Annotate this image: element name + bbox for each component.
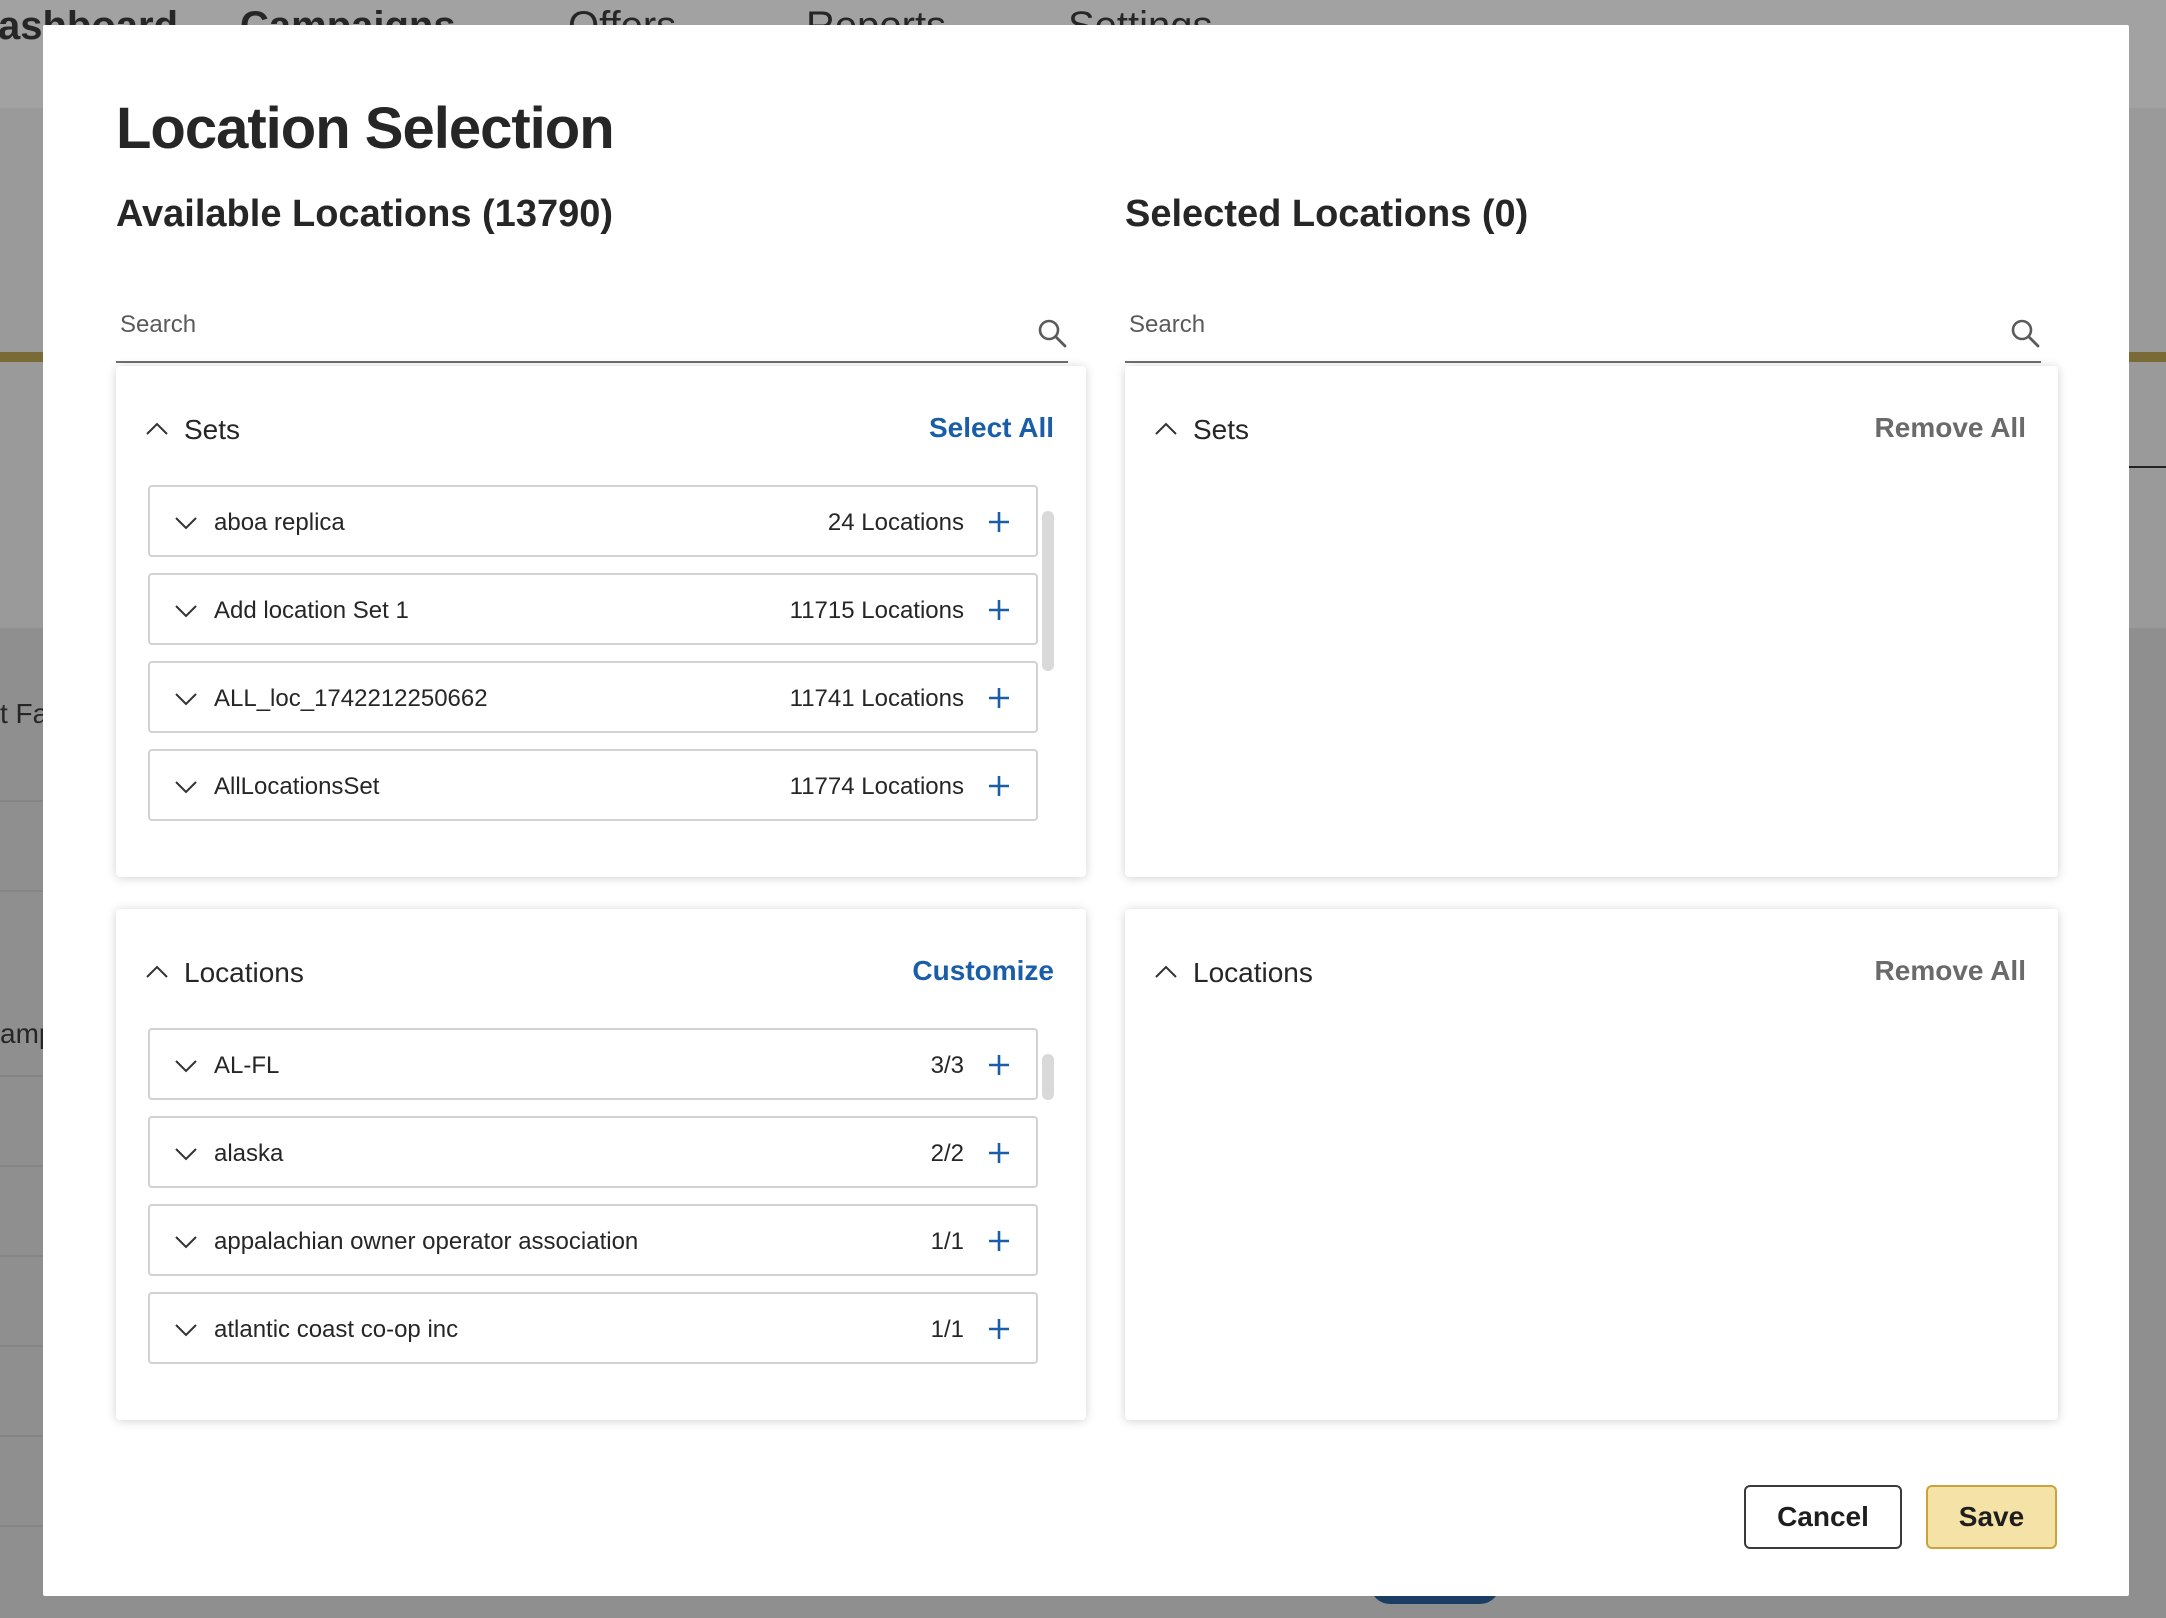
brand-stripe-right (2129, 352, 2166, 362)
background-row-line (0, 1435, 43, 1437)
location-name: alaska (214, 1140, 284, 1167)
location-count: 1/1 (930, 1316, 964, 1343)
chevron-up-icon[interactable] (144, 416, 170, 442)
set-name: AllLocationsSet (214, 773, 380, 800)
set-count: 11741 Locations (789, 685, 964, 712)
cancel-button[interactable]: Cancel (1744, 1485, 1902, 1549)
set-name: Add location Set 1 (214, 597, 409, 624)
set-row[interactable]: Add location Set 1 11715 Locations (148, 573, 1038, 645)
selected-locations-title: Selected Locations (0) (1125, 193, 1529, 235)
location-name: AL-FL (214, 1052, 280, 1079)
location-count: 2/2 (930, 1140, 964, 1167)
available-locations-list: AL-FL 3/3 alaska 2/2 appalachian owner o… (148, 1028, 1038, 1374)
background-row-line (0, 1165, 43, 1167)
remove-all-sets-link[interactable]: Remove All (1875, 412, 2026, 444)
background-divider (2129, 466, 2166, 468)
chevron-down-icon[interactable] (174, 1230, 198, 1254)
selected-sets-header: Sets Remove All (1153, 410, 2026, 454)
selected-locations-label: Locations (1193, 957, 1313, 988)
background-row-line (0, 800, 43, 802)
chevron-down-icon[interactable] (174, 775, 198, 799)
chevron-up-icon[interactable] (144, 959, 170, 985)
plus-icon[interactable] (986, 597, 1012, 623)
available-locations-card: Locations Customize AL-FL 3/3 alaska 2/2… (116, 909, 1086, 1420)
chevron-down-icon[interactable] (174, 1318, 198, 1342)
available-sets-list: aboa replica 24 Locations Add location S… (148, 485, 1038, 831)
location-row[interactable]: AL-FL 3/3 (148, 1028, 1038, 1100)
set-row[interactable]: AllLocationsSet 11774 Locations (148, 749, 1038, 821)
selected-sets-card: Sets Remove All (1125, 366, 2058, 877)
available-locations-title: Available Locations (13790) (116, 193, 614, 235)
available-sets-label: Sets (184, 414, 241, 445)
plus-icon[interactable] (986, 1316, 1012, 1342)
location-row[interactable]: atlantic coast co-op inc 1/1 (148, 1292, 1038, 1364)
chevron-up-icon[interactable] (1153, 959, 1179, 985)
available-search-input[interactable] (120, 307, 939, 343)
background-row-line (0, 1075, 43, 1077)
plus-icon[interactable] (986, 509, 1012, 535)
plus-icon[interactable] (986, 1052, 1012, 1078)
chevron-down-icon[interactable] (174, 599, 198, 623)
search-icon[interactable] (2009, 317, 2041, 349)
set-count: 11715 Locations (789, 597, 964, 624)
selected-locations-card: Locations Remove All (1125, 909, 2058, 1420)
available-sets-header: Sets Select All (144, 410, 1054, 454)
location-count: 1/1 (930, 1228, 964, 1255)
set-count: 11774 Locations (789, 773, 964, 800)
location-selection-modal: Location Selection Available Locations (… (43, 25, 2129, 1596)
background-row-line (0, 890, 43, 892)
set-name: ALL_loc_1742212250662 (214, 685, 488, 712)
available-locations-header: Locations Customize (144, 953, 1054, 997)
plus-icon[interactable] (986, 773, 1012, 799)
remove-all-locations-link[interactable]: Remove All (1875, 955, 2026, 987)
background-snippet-1: t Fa (0, 698, 49, 729)
set-name: aboa replica (214, 509, 345, 536)
available-search (116, 293, 1068, 363)
selected-search-input[interactable] (1129, 307, 1917, 343)
chevron-down-icon[interactable] (174, 1054, 198, 1078)
chevron-up-icon[interactable] (1153, 416, 1179, 442)
brand-stripe-left (0, 352, 43, 362)
location-row[interactable]: appalachian owner operator association 1… (148, 1204, 1038, 1276)
plus-icon[interactable] (986, 1228, 1012, 1254)
chevron-down-icon[interactable] (174, 511, 198, 535)
selected-sets-label: Sets (1193, 414, 1250, 445)
set-row[interactable]: aboa replica 24 Locations (148, 485, 1038, 557)
location-row[interactable]: alaska 2/2 (148, 1116, 1038, 1188)
plus-icon[interactable] (986, 685, 1012, 711)
customize-link[interactable]: Customize (912, 955, 1054, 987)
background-row-line (0, 1345, 43, 1347)
save-button[interactable]: Save (1926, 1485, 2057, 1549)
selected-locations-header: Locations Remove All (1153, 953, 2026, 997)
chevron-down-icon[interactable] (174, 1142, 198, 1166)
plus-icon[interactable] (986, 1140, 1012, 1166)
location-name: appalachian owner operator association (214, 1228, 639, 1255)
modal-title: Location Selection (116, 96, 615, 161)
location-count: 3/3 (930, 1052, 964, 1079)
select-all-link[interactable]: Select All (929, 412, 1054, 444)
background-row-line (0, 1525, 43, 1527)
sets-scrollbar[interactable] (1042, 511, 1054, 671)
available-sets-card: Sets Select All aboa replica 24 Location… (116, 366, 1086, 877)
chevron-down-icon[interactable] (174, 687, 198, 711)
selected-search (1125, 293, 2041, 363)
locations-scrollbar[interactable] (1042, 1054, 1054, 1100)
available-locations-label: Locations (184, 957, 304, 988)
set-row[interactable]: ALL_loc_1742212250662 11741 Locations (148, 661, 1038, 733)
search-icon[interactable] (1036, 317, 1068, 349)
set-count: 24 Locations (827, 509, 964, 536)
background-row-line (0, 1255, 43, 1257)
location-name: atlantic coast co-op inc (214, 1316, 459, 1343)
